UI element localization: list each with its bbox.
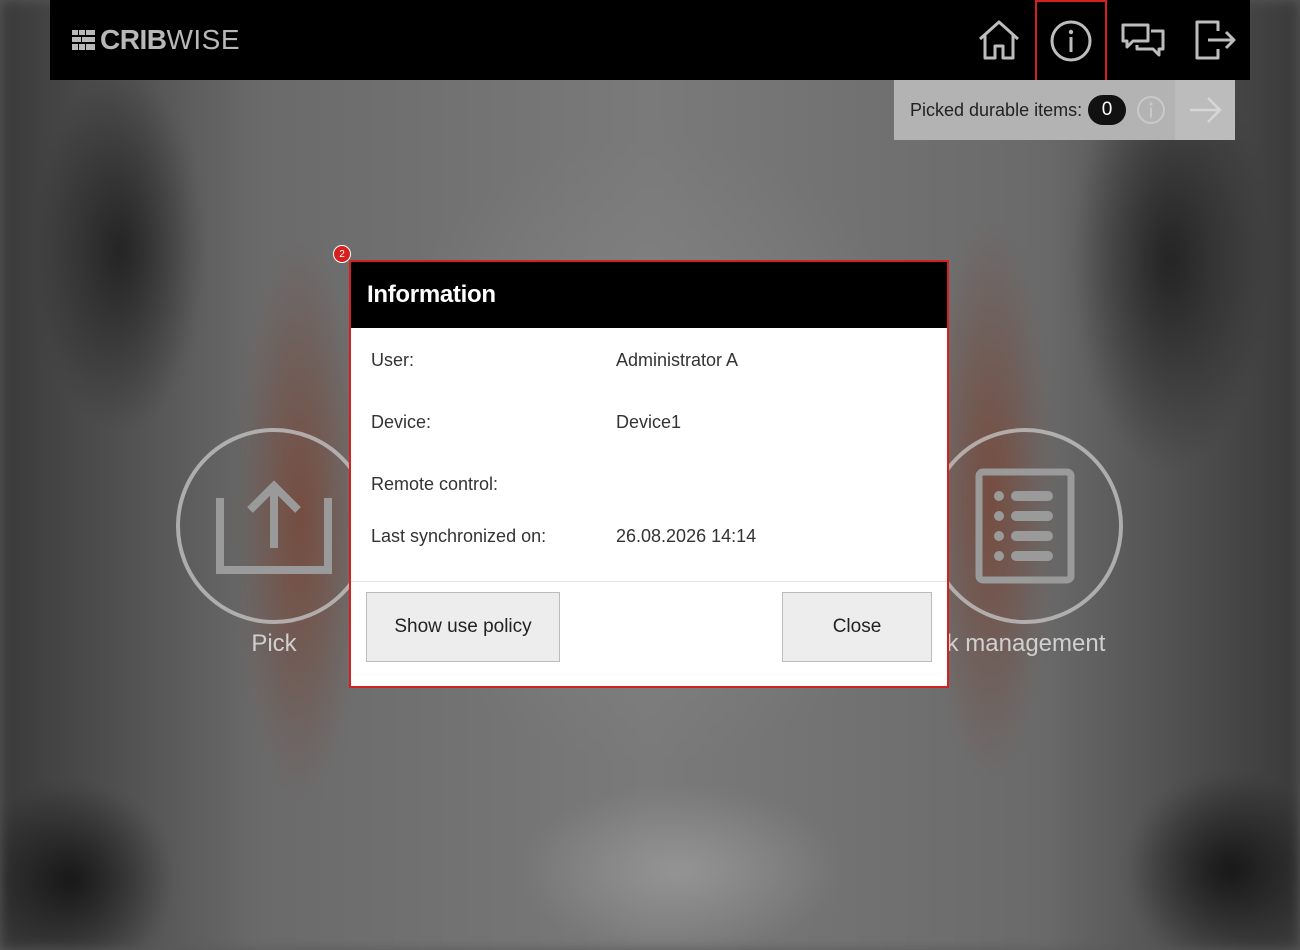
picked-items-count: 0 xyxy=(1088,95,1127,125)
logo-grid-icon xyxy=(72,30,95,50)
close-button[interactable]: Close xyxy=(782,592,932,662)
show-use-policy-button[interactable]: Show use policy xyxy=(366,592,560,662)
picked-items-panel: Picked durable items: 0 xyxy=(894,80,1235,140)
info-value: Device1 xyxy=(616,412,682,432)
stock-management-tile[interactable]: ck management xyxy=(927,428,1123,658)
picked-info-icon[interactable] xyxy=(1136,95,1166,125)
info-row-user: User: Administrator A xyxy=(371,342,927,412)
cribwise-logo: CRIBWISE xyxy=(72,24,240,56)
info-label: Last synchronized on: xyxy=(371,526,547,546)
info-label: User: xyxy=(371,350,415,370)
info-label: Remote control: xyxy=(371,474,499,494)
info-row-device: Device: Device1 xyxy=(371,412,927,474)
home-icon xyxy=(978,20,1020,60)
list-document-icon xyxy=(975,468,1075,584)
info-value: 26.08.2026 14:14 xyxy=(616,526,757,546)
chat-icon xyxy=(1121,23,1165,57)
stock-tile-circle xyxy=(927,428,1123,624)
logo-text-light: WISE xyxy=(166,24,241,55)
home-button[interactable] xyxy=(963,0,1035,80)
pick-tile-label: Pick xyxy=(251,630,297,657)
info-label: Device: xyxy=(371,412,432,432)
dialog-footer: Show use policy Close xyxy=(351,582,947,688)
upload-icon xyxy=(216,480,332,574)
picked-items-label: Picked durable items: xyxy=(910,99,1083,120)
logout-button[interactable] xyxy=(1179,0,1251,80)
chat-button[interactable] xyxy=(1107,0,1179,80)
logo-text: CRIBWISE xyxy=(100,24,240,56)
info-row-remote-control: Remote control: xyxy=(371,474,927,526)
dialog-body: User: Administrator A Device: Device1 Re… xyxy=(351,328,947,582)
pick-tile-circle xyxy=(176,428,372,624)
logout-icon xyxy=(1195,20,1236,60)
dialog-title: Information xyxy=(367,281,496,308)
info-button[interactable] xyxy=(1035,0,1107,82)
dialog-header: Information xyxy=(351,262,947,328)
logo-text-bold: CRIB xyxy=(100,24,167,55)
top-bar: CRIBWISE xyxy=(50,0,1251,82)
arrow-right-icon xyxy=(1190,97,1222,123)
information-dialog: Information User: Administrator A Device… xyxy=(349,260,949,688)
info-icon xyxy=(1050,20,1092,62)
pick-tile[interactable]: Pick xyxy=(176,428,372,658)
picked-proceed-button[interactable] xyxy=(1175,80,1235,140)
info-row-last-synchronized: Last synchronized on: 26.08.2026 14:14 xyxy=(371,526,927,566)
info-value: Administrator A xyxy=(616,350,739,370)
